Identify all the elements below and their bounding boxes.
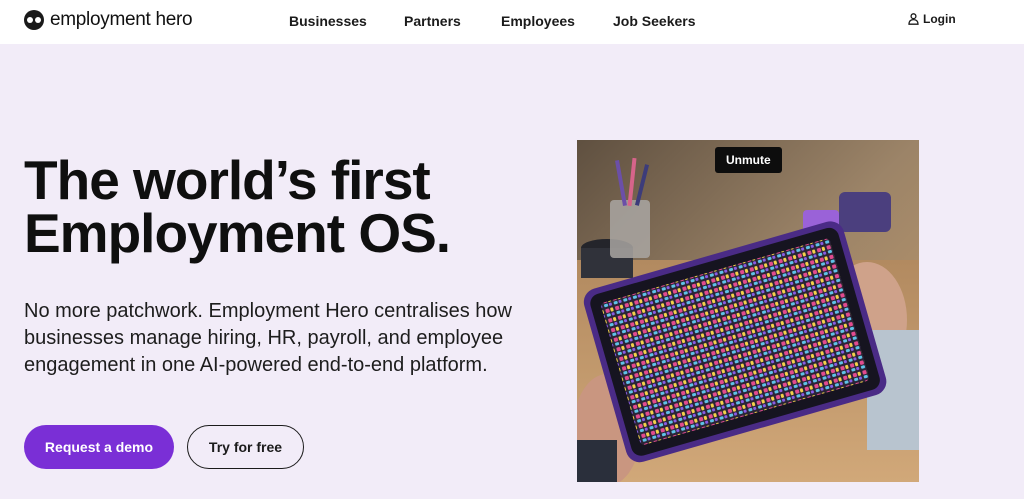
nav-item-job-seekers[interactable]: Job Seekers — [613, 12, 696, 30]
user-icon — [908, 13, 919, 25]
brand-logo[interactable]: employment hero — [24, 9, 193, 31]
try-free-button[interactable]: Try for free — [187, 425, 304, 469]
nav-item-businesses[interactable]: Businesses — [289, 12, 367, 30]
unmute-button[interactable]: Unmute — [715, 147, 782, 173]
hero-subcopy: No more patchwork. Employment Hero centr… — [24, 300, 512, 376]
login-link[interactable]: Login — [908, 12, 956, 26]
headline-line-1: The world’s first — [24, 149, 431, 211]
logo-mark-icon — [24, 10, 44, 30]
request-demo-button[interactable]: Request a demo — [24, 425, 174, 469]
headline-line-2: Employment OS. — [24, 202, 451, 264]
nav-item-employees[interactable]: Employees — [501, 12, 575, 30]
hero-headline: The world’s first Employment OS. — [24, 149, 451, 264]
video-frame-illustration — [577, 140, 919, 482]
nav-item-partners[interactable]: Partners — [404, 12, 461, 30]
login-label: Login — [923, 12, 956, 26]
logo-text: employment hero — [50, 9, 193, 30]
site-header: employment hero Businesses Partners Empl… — [0, 0, 1024, 44]
hero-video[interactable] — [577, 140, 919, 482]
